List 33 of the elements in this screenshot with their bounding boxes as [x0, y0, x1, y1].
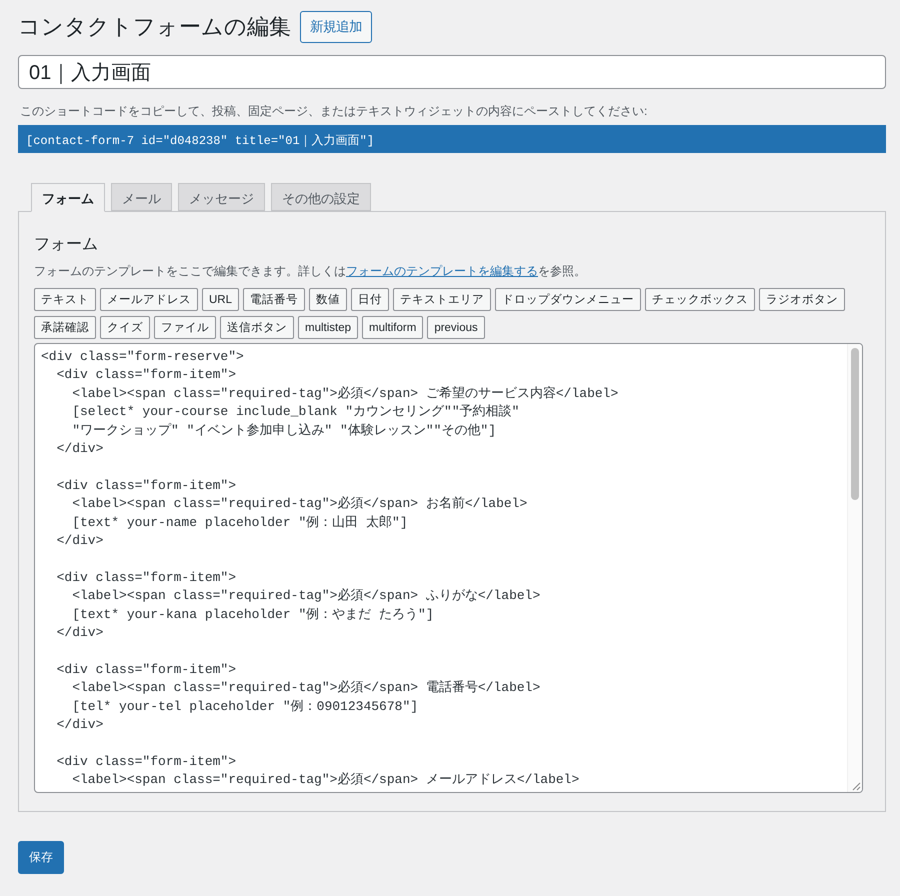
- tag-button[interactable]: multiform: [362, 316, 424, 339]
- tag-button[interactable]: ラジオボタン: [759, 288, 846, 311]
- tag-button[interactable]: ドロップダウンメニュー: [495, 288, 642, 311]
- template-link[interactable]: フォームのテンプレートを編集する: [346, 264, 538, 278]
- title-field[interactable]: 01｜入力画面: [18, 55, 886, 89]
- tag-button[interactable]: URL: [202, 288, 240, 311]
- tab[interactable]: メール: [111, 183, 172, 211]
- tag-button[interactable]: クイズ: [100, 316, 150, 339]
- page-title: コンタクトフォームの編集: [18, 13, 291, 41]
- save-button[interactable]: 保存: [18, 841, 64, 874]
- section-heading: フォーム: [34, 235, 99, 255]
- tag-button[interactable]: 数値: [309, 288, 348, 311]
- tab[interactable]: その他の設定: [271, 183, 371, 211]
- resize-handle-icon[interactable]: [852, 782, 861, 791]
- tag-button[interactable]: テキスト: [34, 288, 96, 311]
- tag-button[interactable]: ファイル: [154, 316, 216, 339]
- tag-button[interactable]: テキストエリア: [393, 288, 492, 311]
- tag-button[interactable]: 日付: [351, 288, 390, 311]
- add-new-button[interactable]: 新規追加: [300, 11, 372, 43]
- shortcode-hint: このショートコードをコピーして、投稿、固定ページ、またはテキストウィジェットの内容にペーストしてください:: [20, 103, 648, 120]
- tag-button[interactable]: 承諾確認: [34, 316, 96, 339]
- code-text: <div class="form-reserve"> <div class="form-item"> <label><span class="required-tag">必須</span> ご希望のサービス内容</label> [select* your-course include_blank "カウンセリング""予約相談" "ワークショップ" "イベント参加申し込み" "体験レッスン""その他"] </div> <div class="form-item"> <label><span class="required-tag">必須</span> お名前</label> [text* your-name placeholder "例：山田 太郎"] </div> <div class="form-item"> <label><span class="required-tag">必須</span> ふりがな</label> [text* your-kana placeholder "例：やまだ たろう"] </div> <div class="form-item"> <label><span class="required-tag">必須</span> 電話番号</label> [tel* your-tel placeholder "例：09012345678"] </div> <div class="form-item"> <label><span class="required-tag">必須</span> メールアドレス</label>: [40, 348, 620, 790]
- tab[interactable]: メッセージ: [178, 183, 265, 211]
- tab[interactable]: フォーム: [31, 183, 105, 212]
- tag-button[interactable]: メールアドレス: [100, 288, 198, 311]
- tag-button[interactable]: チェックボックス: [645, 288, 756, 311]
- scrollbar[interactable]: [851, 348, 859, 500]
- shortcode-field[interactable]: [contact-form-7 id="d048238" title="01｜入力画面"]: [18, 125, 886, 153]
- tag-button[interactable]: 電話番号: [243, 288, 306, 311]
- tag-button[interactable]: multistep: [298, 316, 358, 339]
- tag-button[interactable]: previous: [427, 316, 485, 339]
- description-text: フォームのテンプレートをここで編集できます。詳しくはフォームのテンプレートを編集する を参照。: [34, 263, 587, 280]
- tag-button[interactable]: 送信ボタン: [220, 316, 294, 339]
